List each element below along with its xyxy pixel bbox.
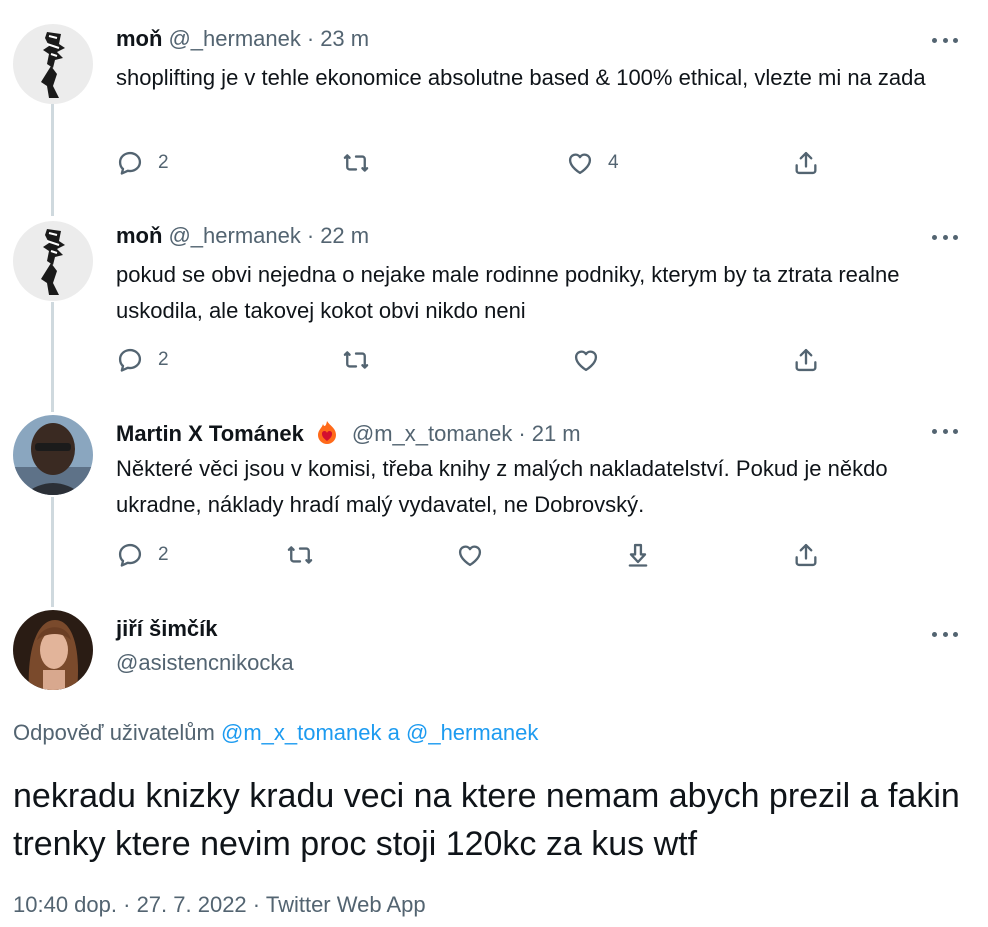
timestamp[interactable]: 22 m [320, 221, 369, 251]
avatar[interactable] [13, 24, 93, 104]
reply-button[interactable]: 2 [116, 146, 169, 180]
user-handle[interactable]: @_hermanek [168, 24, 300, 54]
share-button[interactable] [792, 343, 820, 377]
retweet-icon [343, 154, 369, 172]
download-button[interactable] [624, 538, 652, 572]
heart-icon [568, 153, 592, 175]
user-handle[interactable]: @m_x_tomanek [352, 419, 513, 449]
reply-count: 2 [158, 544, 169, 565]
reply-icon [118, 543, 142, 567]
display-name[interactable]: moň [116, 221, 162, 251]
tweet-text: Některé věci jsou v komisi, třeba knihy … [116, 456, 888, 517]
like-count: 4 [608, 152, 619, 173]
heart-icon [574, 350, 598, 372]
share-icon [795, 543, 817, 567]
separator-dot: · [123, 892, 131, 917]
share-icon [795, 348, 817, 372]
reply-button[interactable]: 2 [116, 538, 169, 572]
mention-link[interactable]: @_hermanek [406, 720, 538, 745]
share-button[interactable] [792, 538, 820, 572]
reply-count: 2 [158, 152, 169, 173]
tweet-actions: 2 [116, 538, 836, 572]
mention-link[interactable]: @m_x_tomanek [221, 720, 382, 745]
tweet-text: shoplifting je v tehle ekonomice absolut… [116, 65, 926, 90]
retweet-button[interactable] [342, 343, 370, 377]
replying-to-label: Odpověď uživatelům [13, 720, 215, 745]
timestamp[interactable]: 21 m [532, 419, 581, 449]
retweet-button[interactable] [286, 538, 314, 572]
tweet-header: moň @_hermanek · 23 m [116, 24, 369, 54]
heart-icon [458, 545, 482, 567]
tweet-actions: 2 4 [116, 146, 836, 180]
retweet-icon [287, 546, 313, 564]
user-handle[interactable]: @asistencnikocka [116, 648, 294, 678]
more-icon[interactable] [930, 624, 960, 644]
reply-count: 2 [158, 349, 169, 370]
tweet-text: pokud se obvi nejedna o nejake male rodi… [116, 262, 900, 323]
display-name[interactable]: jiří šimčík [116, 614, 218, 644]
timestamp[interactable]: 23 m [320, 24, 369, 54]
like-button[interactable] [456, 538, 484, 572]
download-icon [628, 543, 648, 567]
tweet-source[interactable]: Twitter Web App [266, 892, 426, 917]
more-icon[interactable] [930, 227, 960, 247]
replying-to: Odpověď uživatelům @m_x_tomanek a @_herm… [13, 720, 538, 746]
separator-dot: · [306, 26, 315, 51]
display-name[interactable]: Martin X Tománek [116, 419, 304, 449]
share-button[interactable] [792, 146, 820, 180]
more-icon[interactable] [930, 30, 960, 50]
separator-dot: · [518, 421, 526, 446]
retweet-icon [343, 351, 369, 369]
avatar[interactable] [13, 221, 93, 301]
tweet-meta: 10:40 dop. · 27. 7. 2022 · Twitter Web A… [13, 892, 426, 918]
mention-conjunction: a [387, 720, 400, 745]
flame-heart-badge-icon [317, 421, 336, 444]
like-button[interactable]: 4 [566, 146, 619, 180]
separator-dot: · [252, 892, 261, 917]
thread-line [51, 302, 54, 412]
thread-line [51, 104, 54, 216]
user-handle[interactable]: @_hermanek [168, 221, 300, 251]
like-button[interactable] [572, 343, 600, 377]
retweet-button[interactable] [342, 146, 370, 180]
reply-icon [118, 348, 142, 372]
tweet-date[interactable]: 27. 7. 2022 [137, 892, 247, 917]
avatar[interactable] [13, 610, 93, 690]
tweet-time[interactable]: 10:40 dop. [13, 892, 117, 917]
share-icon [795, 151, 817, 175]
tweet-handle-row: @asistencnikocka [116, 648, 294, 678]
tweet-header: jiří šimčík [116, 614, 218, 644]
more-icon[interactable] [930, 421, 960, 441]
tweet-actions: 2 [116, 343, 836, 377]
reply-button[interactable]: 2 [116, 343, 169, 377]
tweet-header: moň @_hermanek · 22 m [116, 221, 369, 251]
main-tweet-text: nekradu knizky kradu veci na ktere nemam… [13, 777, 960, 863]
reply-icon [118, 151, 142, 175]
display-name[interactable]: moň [116, 24, 162, 54]
tweet-header: Martin X Tománek @m_x_tomanek · 21 m [116, 415, 581, 449]
thread-line [51, 497, 54, 607]
avatar[interactable] [13, 415, 93, 495]
separator-dot: · [306, 223, 315, 248]
